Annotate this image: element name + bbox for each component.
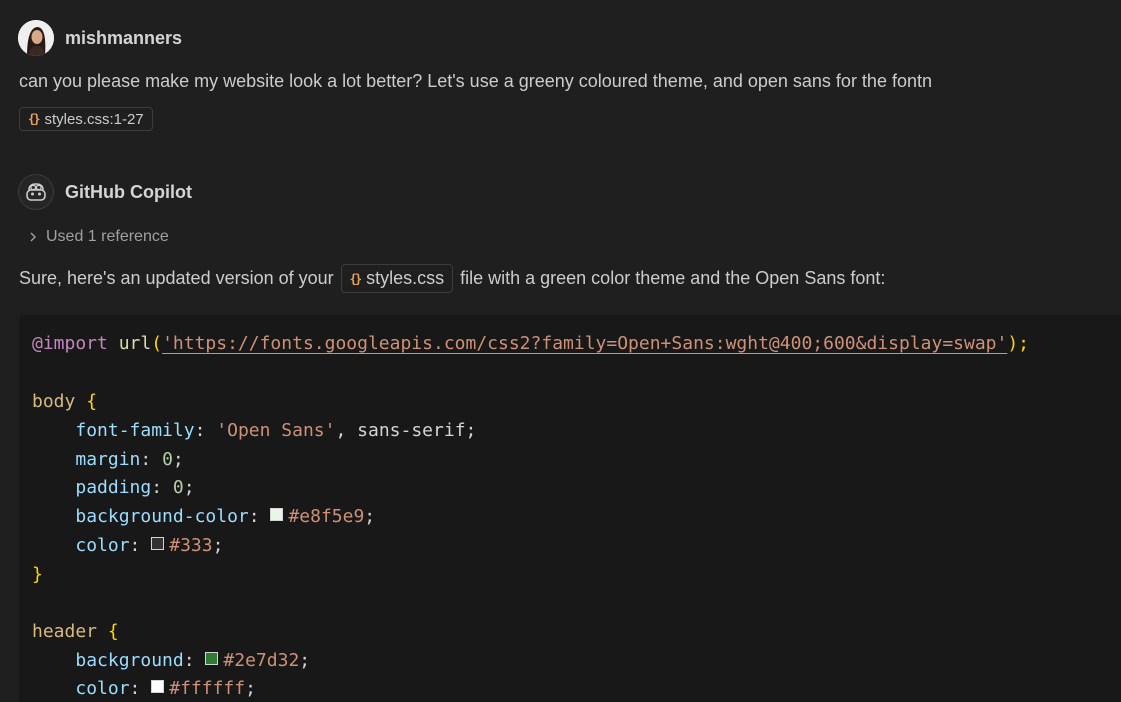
color-swatch-ffffff[interactable] bbox=[151, 680, 165, 693]
user-avatar bbox=[18, 20, 54, 56]
file-reference-label: styles.css bbox=[366, 268, 445, 288]
code-block[interactable]: @import url('https://fonts.googleapis.co… bbox=[19, 315, 1121, 702]
response-text-after: file with a green color theme and the Op… bbox=[460, 268, 886, 288]
code-line-color: color: #333; bbox=[75, 535, 224, 556]
user-prompt-text: can you please make my website look a lo… bbox=[19, 71, 932, 91]
used-references-label: Used 1 reference bbox=[46, 228, 169, 245]
import-url-link[interactable]: 'https://fonts.googleapis.com/css2?famil… bbox=[162, 333, 1007, 354]
file-reference-chip[interactable]: {} styles.css bbox=[340, 264, 454, 293]
css-file-icon: {} bbox=[28, 112, 41, 126]
user-name: mishmanners bbox=[65, 27, 183, 48]
assistant-response-text: Sure, here's an updated version of your … bbox=[19, 264, 885, 293]
code-line-header-background: background: #2e7d32; bbox=[75, 650, 311, 671]
color-swatch-333[interactable] bbox=[151, 537, 165, 550]
attached-file-label: styles.css:1-27 bbox=[44, 110, 144, 128]
code-line-header-color: color: #ffffff; bbox=[75, 678, 256, 699]
color-swatch-e8f5e9[interactable] bbox=[270, 508, 284, 521]
attached-file-chip[interactable]: {} styles.css:1-27 bbox=[19, 107, 153, 131]
code-line-body-close: } bbox=[32, 564, 43, 585]
css-file-icon: {} bbox=[349, 271, 363, 286]
code-line-padding: padding: 0; bbox=[75, 477, 195, 498]
user-message-header: mishmanners bbox=[18, 20, 182, 56]
copilot-avatar bbox=[18, 174, 54, 210]
code-line-font-family: font-family: 'Open Sans', sans-serif; bbox=[75, 420, 477, 441]
assistant-message-header: GitHub Copilot bbox=[18, 174, 192, 210]
chevron-right-icon bbox=[30, 232, 36, 242]
code-line-background-color: background-color: #e8f5e9; bbox=[75, 506, 376, 527]
code-line-margin: margin: 0; bbox=[75, 449, 184, 470]
assistant-name: GitHub Copilot bbox=[65, 181, 192, 202]
response-text-before: Sure, here's an updated version of your bbox=[19, 268, 334, 288]
code-line-import: @import url('https://fonts.googleapis.co… bbox=[32, 333, 1030, 354]
code-line-header-selector: header { bbox=[32, 621, 119, 642]
color-swatch-2e7d32[interactable] bbox=[205, 652, 219, 665]
used-references-toggle[interactable]: Used 1 reference bbox=[28, 228, 169, 246]
user-avatar-icon bbox=[18, 20, 54, 56]
copilot-icon bbox=[26, 183, 46, 201]
chat-panel: mishmanners can you please make my websi… bbox=[0, 0, 1121, 702]
code-line-body-selector: body { bbox=[32, 391, 98, 412]
